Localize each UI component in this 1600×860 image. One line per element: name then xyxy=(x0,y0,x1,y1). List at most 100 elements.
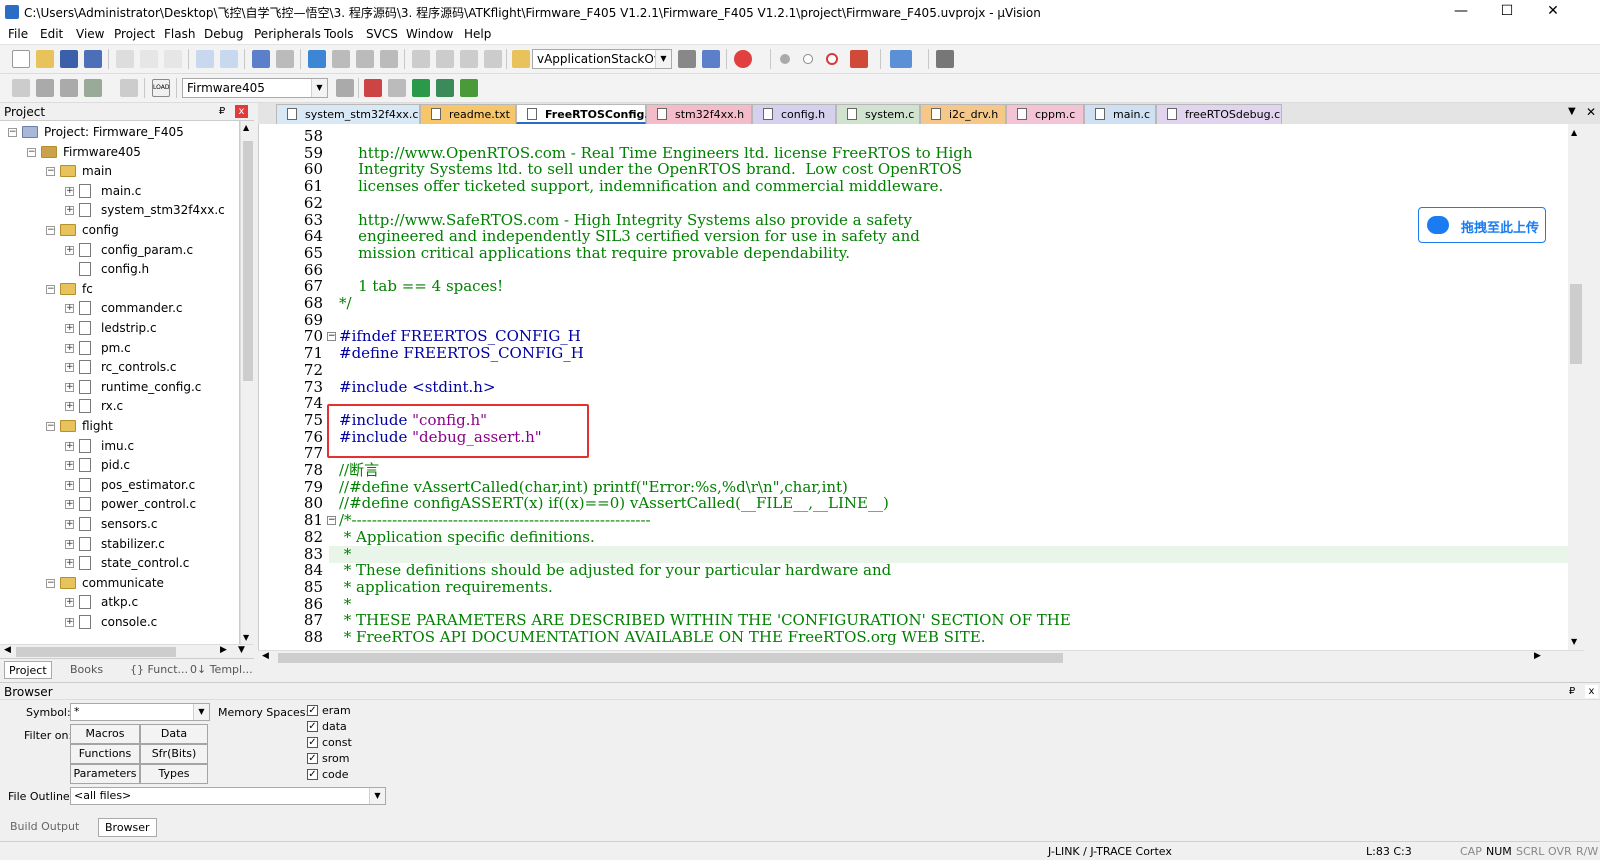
tree-file-item[interactable]: + stabilizer.c xyxy=(0,535,239,555)
expand-icon[interactable]: + xyxy=(65,206,74,216)
save-all-icon[interactable] xyxy=(84,50,102,68)
expand-icon[interactable]: + xyxy=(65,461,74,471)
tab-system-stm32f4xx-c[interactable]: system_stm32f4xx.c xyxy=(276,104,420,124)
tree-horizontal-scrollbar[interactable]: ◀ ▶ ▼ xyxy=(0,644,254,658)
new-file-icon[interactable] xyxy=(12,50,30,68)
close-window-button[interactable]: ✕ xyxy=(1530,0,1576,24)
chevron-down-icon[interactable]: ▼ xyxy=(193,704,209,720)
expand-icon[interactable]: + xyxy=(65,598,74,608)
tree-file-item[interactable]: + pm.c xyxy=(0,339,239,359)
expand-icon[interactable]: + xyxy=(65,480,74,490)
scroll-left-icon[interactable]: ◀ xyxy=(4,645,11,655)
navigate-forward-icon[interactable] xyxy=(276,50,294,68)
tab-freertosconfig-h[interactable]: FreeRTOSConfig.h xyxy=(516,104,656,124)
file-outline-combo[interactable]: <all files> ▼ xyxy=(70,787,386,805)
tab-cppm-c[interactable]: cppm.c xyxy=(1006,104,1084,124)
expand-icon[interactable]: + xyxy=(65,382,74,392)
editor-scroll-thumb[interactable] xyxy=(1570,284,1582,364)
expand-icon[interactable]: + xyxy=(65,402,74,412)
menu-svcs[interactable]: SVCS xyxy=(366,27,398,41)
configure-icon[interactable] xyxy=(936,50,954,68)
filter-types-button[interactable]: Types xyxy=(140,764,208,784)
find-icon[interactable] xyxy=(678,50,696,68)
tree-file-item[interactable]: + pid.c xyxy=(0,456,239,476)
tree-file-item[interactable]: + imu.c xyxy=(0,437,239,457)
close-tab-icon[interactable]: ✕ xyxy=(1586,105,1596,119)
expand-icon[interactable]: + xyxy=(65,520,74,529)
tree-file-item[interactable]: + ledstrip.c xyxy=(0,319,239,339)
tab-i2c-drv-h[interactable]: i2c_drv.h xyxy=(920,104,1006,124)
window-layout-icon[interactable] xyxy=(890,50,912,68)
filter-functions-button[interactable]: Functions xyxy=(70,744,140,764)
fold-toggle-icon[interactable]: − xyxy=(327,332,336,342)
tree-group-item[interactable]: − Project: Firmware_F405 xyxy=(0,123,239,143)
tree-file-item[interactable]: + main.c xyxy=(0,182,239,202)
menu-tools[interactable]: Tools xyxy=(324,27,354,41)
filter-parameters-button[interactable]: Parameters xyxy=(70,764,140,784)
editor-hscroll-thumb[interactable] xyxy=(278,653,1063,663)
memory-data-checkbox[interactable]: ✓ xyxy=(307,721,318,732)
tree-file-item[interactable]: config.h xyxy=(0,260,239,280)
collapse-icon[interactable]: − xyxy=(46,284,55,294)
batch-build-icon[interactable] xyxy=(84,79,102,97)
tab-templates[interactable]: 0↓ Templ... xyxy=(186,661,257,679)
tree-file-item[interactable]: + runtime_config.c xyxy=(0,378,239,398)
tree-file-item[interactable]: + commander.c xyxy=(0,299,239,319)
tree-scroll-thumb[interactable] xyxy=(243,141,253,381)
menu-view[interactable]: View xyxy=(76,27,104,41)
close-pane-icon[interactable]: x xyxy=(1585,685,1598,698)
filter-sfr-bits--button[interactable]: Sfr(Bits) xyxy=(140,744,208,764)
tab-stm32f4xx-h[interactable]: stm32f4xx.h xyxy=(646,104,752,124)
scroll-down-icon[interactable]: ▼ xyxy=(238,645,245,655)
expand-icon[interactable]: + xyxy=(65,559,74,569)
pack-installer-icon[interactable] xyxy=(412,79,430,97)
function-combo[interactable]: vApplicationStackOverflc ▼ xyxy=(532,49,672,69)
menu-peripherals[interactable]: Peripherals xyxy=(254,27,321,41)
tree-group-item[interactable]: − communicate xyxy=(0,574,239,594)
tree-vertical-scrollbar[interactable]: ▲ ▼ xyxy=(240,121,254,644)
filter-data-button[interactable]: Data xyxy=(140,724,208,744)
tree-group-item[interactable]: − fc xyxy=(0,280,239,300)
scroll-right-icon[interactable]: ▶ xyxy=(1534,651,1541,661)
tree-file-item[interactable]: + rc_controls.c xyxy=(0,358,239,378)
tab-config-h[interactable]: config.h xyxy=(752,104,836,124)
tab-readme-txt[interactable]: readme.txt xyxy=(420,104,516,124)
editor-horizontal-scrollbar[interactable]: ◀ ▶ xyxy=(258,650,1584,664)
debug-session-icon[interactable] xyxy=(734,50,752,68)
cut-icon[interactable] xyxy=(116,50,134,68)
scroll-left-icon[interactable]: ◀ xyxy=(262,651,269,661)
expand-icon[interactable]: + xyxy=(65,324,74,333)
scroll-down-icon[interactable]: ▼ xyxy=(1571,637,1577,646)
undo-icon[interactable] xyxy=(196,50,214,68)
code-editor[interactable]: 58 59 60 61 62 63 64 65 66 67 68 69 70 71 72 73 74 75 76 77… xyxy=(258,124,1568,650)
redo-icon[interactable] xyxy=(220,50,238,68)
download-icon[interactable]: LOAD xyxy=(152,79,170,97)
memory-const-checkbox[interactable]: ✓ xyxy=(307,737,318,748)
manage-components-icon[interactable] xyxy=(364,79,382,97)
copy-icon[interactable] xyxy=(140,50,158,68)
uncomment-icon[interactable] xyxy=(484,50,502,68)
collapse-icon[interactable]: − xyxy=(8,128,17,137)
collapse-icon[interactable]: − xyxy=(46,226,55,235)
run-time-environment-icon[interactable] xyxy=(460,79,478,97)
close-pane-icon[interactable]: x xyxy=(235,105,248,118)
tree-file-item[interactable]: + state_control.c xyxy=(0,554,239,574)
scroll-up-icon[interactable]: ▲ xyxy=(1571,128,1577,137)
build-icon[interactable] xyxy=(36,79,54,97)
find-in-files-icon[interactable] xyxy=(512,50,530,68)
target-options-icon[interactable] xyxy=(336,79,354,97)
open-file-icon[interactable] xyxy=(36,50,54,68)
next-bookmark-icon[interactable] xyxy=(356,50,374,68)
tab-freertosdebug-c[interactable]: freeRTOSdebug.c xyxy=(1156,104,1282,124)
tree-file-item[interactable]: + sensors.c xyxy=(0,515,239,535)
rebuild-icon[interactable] xyxy=(60,79,78,97)
expand-icon[interactable]: + xyxy=(65,186,74,196)
tab-project[interactable]: Project xyxy=(4,661,52,679)
tree-file-item[interactable]: + rx.c xyxy=(0,397,239,417)
expand-icon[interactable]: + xyxy=(65,304,74,314)
clear-bookmarks-icon[interactable] xyxy=(380,50,398,68)
tree-file-item[interactable]: + pos_estimator.c xyxy=(0,476,239,496)
comment-icon[interactable] xyxy=(460,50,478,68)
expand-icon[interactable]: + xyxy=(65,363,74,373)
unindent-icon[interactable] xyxy=(436,50,454,68)
